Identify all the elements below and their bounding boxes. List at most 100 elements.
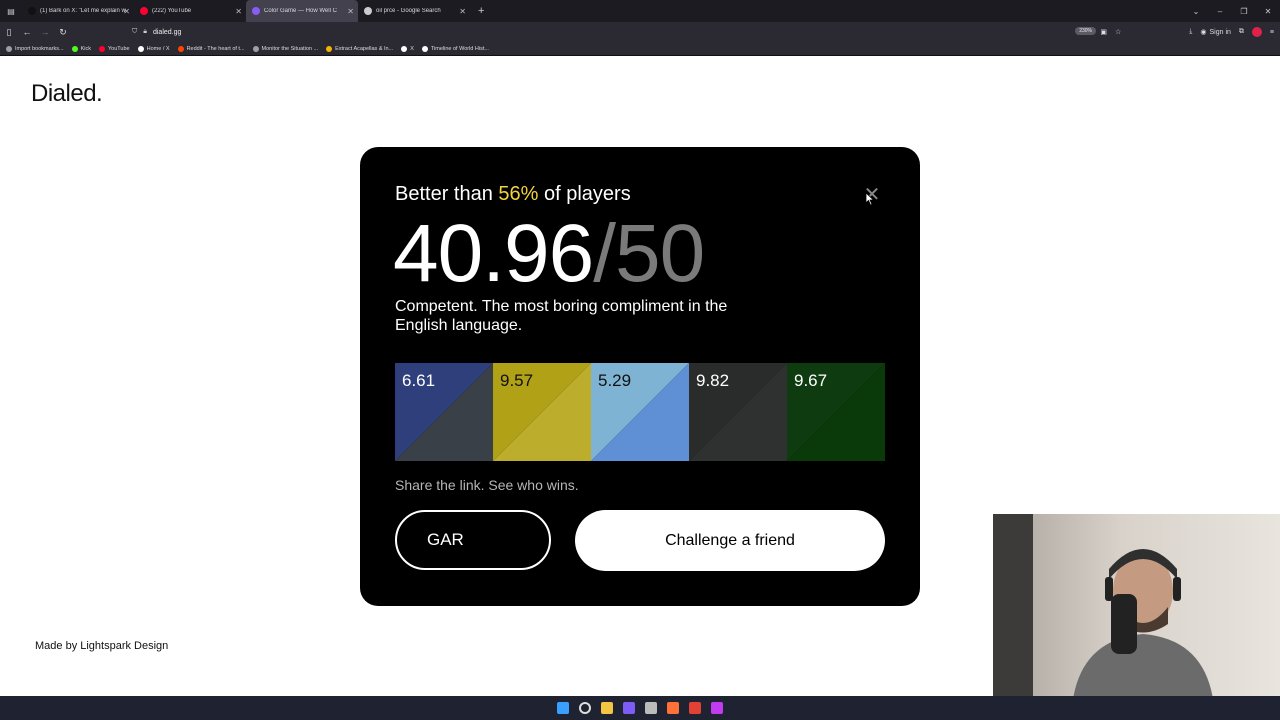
gar-button[interactable]: GAR <box>395 510 551 570</box>
browser-tab[interactable]: (1) Bark on X: "Let me explain w ✕ <box>22 0 134 22</box>
bookmark-label: YouTube <box>108 45 130 52</box>
bookmark-label: Timeline of World Hist... <box>430 45 489 52</box>
tab-label: oil prce - Google Search <box>376 8 441 14</box>
browser-tab-bar: ▤ (1) Bark on X: "Let me explain w ✕ (222)… <box>0 0 1280 22</box>
firefox-icon[interactable] <box>667 702 679 714</box>
nav-right-tools: ▣ ☆ ⤓ ◉ Sign in ⧉ ≡ <box>1100 22 1274 42</box>
tab-label: Color Game — How Well C <box>264 8 337 14</box>
zoom-level-badge[interactable]: 230% <box>1075 27 1096 35</box>
headline-suffix: of players <box>538 183 631 205</box>
search-icon[interactable] <box>579 702 591 714</box>
url-bar[interactable]: ⛉ 🔒︎ dialed.gg <box>132 24 1122 40</box>
account-icon: ◉ <box>1200 29 1207 36</box>
total-score: 40.96/50 <box>393 208 705 299</box>
tab-close-icon[interactable]: ✕ <box>347 7 354 16</box>
tab-label: (222) YouTube <box>152 8 192 14</box>
score-max: /50 <box>593 208 705 299</box>
color-swatch-row: 6.61 9.57 5.29 9.82 9.67 <box>395 363 885 461</box>
downloads-icon[interactable]: ⤓ <box>1189 28 1192 36</box>
microphone <box>1111 594 1137 654</box>
reload-button[interactable]: ↻ <box>54 27 72 38</box>
browser-nav-bar: ▯ ← → ↻ ⛉ 🔒︎ dialed.gg 230% ▣ ☆ ⤓ ◉ Sign … <box>0 22 1280 42</box>
bookmark-favicon-icon <box>99 45 105 52</box>
browser-tab[interactable]: oil prce - Google Search ✕ <box>358 0 470 22</box>
tab-favicon-icon <box>252 7 260 15</box>
extensions-icon[interactable]: ⧉ <box>1239 28 1244 36</box>
swatch-score: 9.67 <box>794 371 828 390</box>
file-explorer-icon[interactable] <box>601 702 613 714</box>
brand-logo[interactable]: Dialed. <box>31 80 103 108</box>
bookmark-item[interactable]: Home / X <box>137 45 170 52</box>
swatch-score: 9.57 <box>500 371 534 390</box>
bookmark-favicon-icon <box>71 45 78 52</box>
bookmark-star-icon[interactable]: ☆ <box>1115 28 1121 36</box>
tab-label: (1) Bark on X: "Let me explain w <box>40 8 126 14</box>
restore-button[interactable]: ❐ <box>1232 7 1256 16</box>
forward-button[interactable]: → <box>36 27 54 37</box>
bookmark-item[interactable]: Timeline of World Hist... <box>421 45 489 52</box>
close-window-button[interactable]: ✕ <box>1256 7 1280 16</box>
menu-icon[interactable]: ≡ <box>1270 29 1274 36</box>
challenge-friend-button[interactable]: Challenge a friend <box>575 510 885 571</box>
os-taskbar <box>0 696 1280 720</box>
bookmark-item[interactable]: Extract Acapellas & In... <box>326 45 393 52</box>
swatch-score: 9.82 <box>696 371 730 390</box>
extension-avatar-icon[interactable] <box>1251 27 1262 37</box>
bookmark-favicon-icon <box>252 45 259 52</box>
bookmark-item[interactable]: Import bookmarks... <box>6 45 64 52</box>
minimize-button[interactable]: – <box>1208 7 1232 16</box>
reader-view-icon[interactable]: ▣ <box>1100 28 1107 36</box>
footer-credit[interactable]: Made by Lightspark Design <box>35 640 168 652</box>
swatch-score: 5.29 <box>598 371 632 390</box>
bookmark-item[interactable]: YouTube <box>99 45 130 52</box>
tab-close-icon[interactable]: ✕ <box>235 7 242 16</box>
tab-overflow-icon[interactable]: ⌄ <box>1184 7 1208 16</box>
tab-favicon-icon <box>140 7 148 15</box>
bookmark-item[interactable]: Monitor the Situation ... <box>252 45 319 52</box>
back-button[interactable]: ← <box>18 27 36 37</box>
bookmark-label: Import bookmarks... <box>15 45 64 52</box>
streamer-figure <box>1073 549 1213 696</box>
discord-icon[interactable] <box>623 702 635 714</box>
webcam-door <box>993 514 1033 696</box>
lock-icon[interactable]: 🔒︎ <box>143 28 147 36</box>
sign-in-label: Sign in <box>1209 28 1231 36</box>
tab-close-icon[interactable]: ✕ <box>123 7 130 16</box>
tab-favicon-icon <box>364 7 372 15</box>
bookmark-favicon-icon <box>6 45 12 52</box>
result-modal: Better than 56% of players 40.96/50 Comp… <box>360 147 920 606</box>
windows-start-icon[interactable] <box>557 702 569 714</box>
bookmark-item[interactable]: X <box>401 45 414 52</box>
obs-icon[interactable] <box>711 702 723 714</box>
bookmark-label: Home / X <box>146 45 170 52</box>
bookmark-favicon-icon <box>326 45 333 52</box>
bookmark-label: Reddit - The heart of t... <box>186 45 245 52</box>
bookmark-item[interactable]: Kick <box>71 45 91 52</box>
tab-favicon-icon <box>28 7 36 15</box>
bookmark-favicon-icon <box>421 45 428 52</box>
share-text: Share the link. See who wins. <box>395 477 579 493</box>
new-tab-button[interactable]: + <box>478 5 484 17</box>
url-text[interactable]: dialed.gg <box>153 29 181 36</box>
shield-icon[interactable]: ⛉ <box>132 28 137 36</box>
bookmark-label: Kick <box>80 45 91 52</box>
headline-prefix: Better than <box>395 183 499 205</box>
bookmark-label: Monitor the Situation ... <box>261 45 319 52</box>
settings-icon[interactable] <box>645 702 657 714</box>
swatch-score: 6.61 <box>402 371 436 390</box>
color-swatch: 9.57 <box>493 363 591 461</box>
color-swatch: 5.29 <box>591 363 689 461</box>
bookmark-favicon-icon <box>177 45 184 52</box>
chrome-icon[interactable] <box>689 702 701 714</box>
bookmark-item[interactable]: Reddit - The heart of t... <box>177 45 245 52</box>
color-swatch: 9.82 <box>689 363 787 461</box>
browser-tab[interactable]: Color Game — How Well C ✕ <box>246 0 358 22</box>
tab-close-icon[interactable]: ✕ <box>459 7 466 16</box>
sidebar-toggle-icon[interactable]: ▯ <box>0 27 18 38</box>
percentile-value: 56% <box>498 183 539 205</box>
bookmark-label: X <box>410 45 414 52</box>
tab-list-icon[interactable]: ▤ <box>0 7 22 16</box>
window-controls: ⌄ – ❐ ✕ <box>1184 0 1280 22</box>
sign-in-button[interactable]: ◉ Sign in <box>1200 28 1231 37</box>
browser-tab[interactable]: (222) YouTube ✕ <box>134 0 246 22</box>
